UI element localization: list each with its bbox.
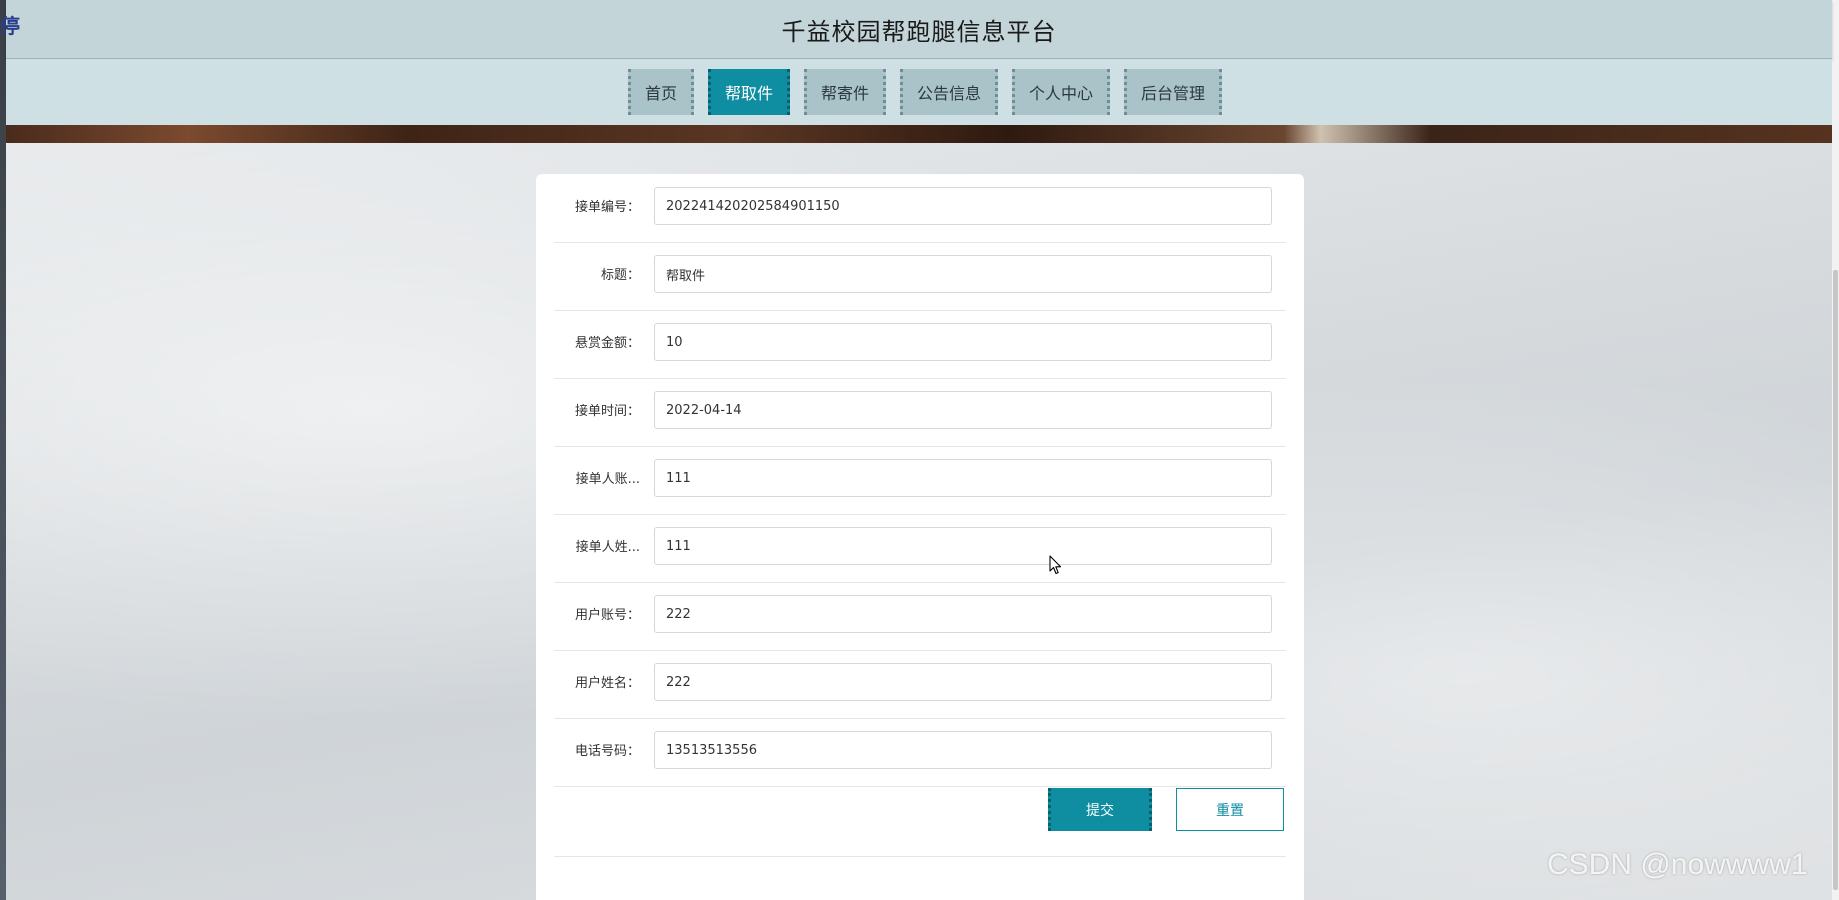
scrollbar[interactable] [1832,0,1839,900]
mouse-pointer-icon [1049,555,1063,579]
nav-item-send[interactable]: 帮寄件 [803,69,886,115]
form-row-taker-account: 接单人账... [554,446,1286,515]
form-row-user-name: 用户姓名： [554,650,1286,719]
title-input[interactable] [654,255,1272,293]
order-detail-form: 接单编号： 标题： 悬赏金额： 接单时间： 接单人账... 接单人姓... 用户… [536,174,1304,900]
form-row-reward: 悬赏金额： [554,310,1286,379]
field-label: 接单时间： [574,404,640,419]
nav-item-admin[interactable]: 后台管理 [1124,69,1223,115]
user-name-input[interactable] [654,663,1272,701]
nav-item-home[interactable]: 首页 [627,69,694,115]
submit-button[interactable]: 提交 [1048,788,1152,831]
field-label: 接单人账... [575,472,640,487]
user-account-input[interactable] [654,595,1272,633]
form-actions: 提交 重置 [554,786,1286,857]
reward-amount-input[interactable] [654,323,1272,361]
accept-time-input[interactable] [654,391,1272,429]
main-nav: 首页 帮取件 帮寄件 公告信息 个人中心 后台管理 [6,59,1832,125]
form-row-title: 标题： [554,242,1286,311]
form-row-phone: 电话号码： [554,718,1286,787]
phone-number-input[interactable] [654,731,1272,769]
banner-image-strip [6,125,1832,143]
form-row-user-account: 用户账号： [554,582,1286,651]
scrollbar-thumb[interactable] [1833,270,1838,890]
field-label: 悬赏金额： [574,336,640,351]
field-label: 标题： [600,268,640,283]
reset-button[interactable]: 重置 [1176,788,1284,831]
watermark: CSDN @nowwww1 [1547,848,1808,881]
nav-item-pickup[interactable]: 帮取件 [707,69,790,115]
field-label: 用户账号： [574,608,640,623]
nav-item-notices[interactable]: 公告信息 [900,69,999,115]
form-row-accept-time: 接单时间： [554,378,1286,447]
taker-name-input[interactable] [654,527,1272,565]
nav-item-profile[interactable]: 个人中心 [1012,69,1111,115]
site-title: 千益校园帮跑腿信息平台 [781,17,1057,46]
corner-glyph: 停 [0,14,20,38]
field-label: 接单编号： [574,200,640,215]
order-number-input[interactable] [654,187,1272,225]
site-header: 千益校园帮跑腿信息平台 [6,0,1832,59]
field-label: 接单人姓... [575,540,640,555]
field-label: 电话号码： [574,744,640,759]
taker-account-input[interactable] [654,459,1272,497]
form-row-taker-name: 接单人姓... [554,514,1286,583]
form-row-order-number: 接单编号： [554,174,1286,243]
field-label: 用户姓名： [574,676,640,691]
